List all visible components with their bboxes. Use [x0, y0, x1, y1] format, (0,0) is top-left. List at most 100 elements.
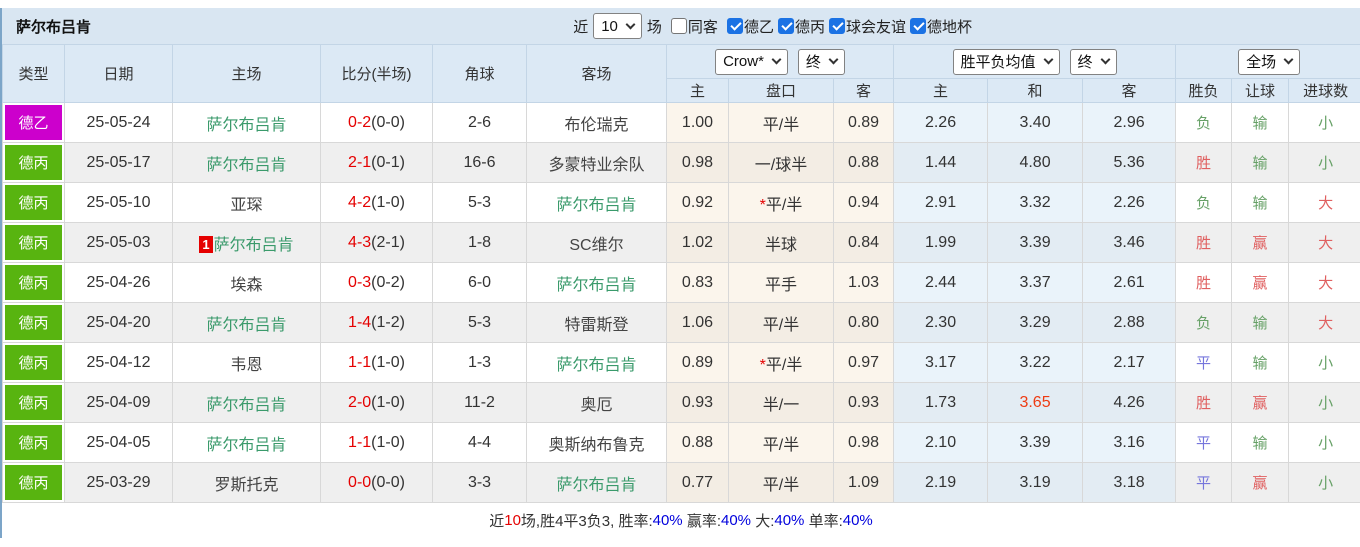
away-team-name: 萨尔布吕肯 [556, 476, 637, 494]
asia-period-select[interactable]: 终 [797, 48, 845, 75]
col-euro-home: 主 [893, 78, 989, 103]
home-team-name: 埃森 [230, 276, 263, 294]
away-team-cell: 奥斯纳布鲁克 [526, 422, 667, 463]
asia-away-odds-cell: 0.97 [832, 342, 895, 383]
asia-home-odds-cell: 1.06 [666, 302, 729, 343]
asia-home-odds-cell: 1.02 [666, 222, 729, 263]
league-type-cell: 德丙 [2, 262, 65, 303]
summary-segment: 单率: [804, 513, 843, 530]
score-cell: 1-4(1-2) [320, 302, 433, 343]
euro-home-odds-cell: 2.10 [893, 422, 989, 463]
asia-away-odds-cell: 0.98 [832, 422, 895, 463]
home-team-name: 萨尔布吕肯 [206, 316, 287, 334]
away-team-cell: 多蒙特业余队 [526, 142, 667, 183]
result-cell: 平 [1175, 342, 1233, 383]
corner-cell: 6-0 [432, 262, 527, 303]
home-team-name: 萨尔布吕肯 [213, 236, 294, 254]
euro-draw-odds-cell: 3.40 [987, 102, 1084, 143]
col-home: 主场 [172, 44, 321, 103]
asia-home-odds-cell: 0.89 [666, 342, 729, 383]
league-type-badge: 德丙 [5, 265, 62, 300]
date-cell: 25-05-10 [64, 182, 173, 223]
euro-away-odds-cell: 5.36 [1082, 142, 1177, 183]
recent-count-select[interactable]: 10 [593, 13, 642, 39]
result-cell: 负 [1175, 182, 1233, 223]
asia-line-text: 平手 [764, 276, 797, 294]
chevron-down-icon [828, 54, 839, 65]
handicap-result-cell: 输 [1231, 102, 1290, 143]
asia-away-odds-cell: 0.88 [832, 142, 895, 183]
euro-draw-odds-cell: 3.29 [987, 302, 1084, 343]
asia-line-text: 半/一 [762, 396, 800, 414]
euro-draw-odds-cell: 3.39 [987, 422, 1084, 463]
summary-bar: 近 10 场,胜4平3负3, 胜率: 40% 赢率: 40% 大: 40% 单率: 40% [2, 503, 1360, 538]
table-row: 德丙 25-03-29 罗斯托克 0-0(0-0) 3-3 萨尔布吕肯 0.77 平/半 1.0… [2, 462, 1360, 503]
date-cell: 25-05-17 [64, 142, 173, 183]
table-row: 德丙 25-05-17 萨尔布吕肯 2-1(0-1) 16-6 多蒙特业余队 0.98 一/球… [2, 142, 1360, 183]
handicap-result-cell: 赢 [1231, 222, 1290, 263]
league-type-badge: 德丙 [5, 145, 62, 180]
score-cell: 4-2(1-0) [320, 182, 433, 223]
summary-segment: 大: [751, 513, 775, 530]
summary-segment: 40% [721, 512, 752, 529]
goals-result-cell: 小 [1288, 102, 1360, 143]
asia-away-odds-cell: 0.80 [832, 302, 895, 343]
league-checkbox[interactable] [726, 18, 743, 34]
corner-cell: 1-3 [432, 342, 527, 383]
col-handicap: 让球 [1231, 78, 1290, 103]
summary-segment: 40% [652, 512, 683, 529]
league-filter-group: 德乙 德丙 球会友谊 德地杯 [723, 16, 972, 37]
table-row: 德丙 25-05-03 1 萨尔布吕肯 4-3(2-1) 1-8 SC维尔 1.02 半球 0.8… [2, 222, 1360, 263]
europe-metric-select[interactable]: 胜平负均值 [952, 48, 1060, 75]
date-cell: 25-03-29 [64, 462, 173, 503]
asia-line-text: 平/半 [762, 316, 800, 334]
asia-line-cell: 平/半 [728, 422, 834, 463]
result-cell: 负 [1175, 302, 1233, 343]
league-type-badge: 德丙 [5, 225, 62, 260]
handicap-result-cell: 输 [1231, 342, 1290, 383]
euro-away-odds-cell: 3.16 [1082, 422, 1177, 463]
halftime-score: (0-0) [371, 473, 405, 491]
history-table: 类型 日期 主场 比分(半场) 角球 客场 Crow* 终 胜平负均值 终 全场… [2, 44, 1360, 503]
league-checkbox-label: 球会友谊 [845, 18, 906, 36]
league-type-badge: 德丙 [5, 425, 62, 460]
euro-away-odds-cell: 2.96 [1082, 102, 1177, 143]
away-team-name: 萨尔布吕肯 [556, 276, 637, 294]
euro-away-odds-cell: 4.26 [1082, 382, 1177, 423]
home-team-cell: 亚琛 [172, 182, 321, 223]
table-row: 德丙 25-05-10 亚琛 4-2(1-0) 5-3 萨尔布吕肯 0.92 *平/半 0.94… [2, 182, 1360, 223]
europe-period-value: 终 [1077, 54, 1093, 71]
halftime-score: (0-1) [371, 153, 405, 171]
euro-away-odds-cell: 3.46 [1082, 222, 1177, 263]
scope-select[interactable]: 全场 [1238, 48, 1301, 75]
same-venue-checkbox[interactable] [670, 18, 687, 34]
asia-line-text: 一/球半 [754, 156, 808, 174]
league-type-badge: 德乙 [5, 105, 62, 140]
chevron-down-icon [625, 19, 636, 29]
euro-draw-odds-cell: 3.19 [987, 462, 1084, 503]
league-checkbox[interactable] [828, 18, 845, 34]
league-checkbox[interactable] [777, 18, 794, 34]
halftime-score: (1-0) [371, 433, 405, 451]
date-cell: 25-04-26 [64, 262, 173, 303]
asia-home-odds-cell: 0.93 [666, 382, 729, 423]
corner-cell: 2-6 [432, 102, 527, 143]
asia-line-cell: *平/半 [728, 342, 834, 383]
league-type-cell: 德丙 [2, 222, 65, 263]
halftime-score: (2-1) [371, 233, 405, 251]
euro-home-odds-cell: 2.26 [893, 102, 989, 143]
score-cell: 4-3(2-1) [320, 222, 433, 263]
league-checkbox[interactable] [909, 18, 926, 34]
league-type-cell: 德丙 [2, 182, 65, 223]
euro-home-odds-cell: 2.91 [893, 182, 989, 223]
fulltime-score: 0-3 [348, 273, 372, 291]
asia-line-text: 平/半 [765, 356, 803, 374]
bookmaker-select[interactable]: Crow* [715, 48, 788, 75]
euro-home-odds-cell: 1.44 [893, 142, 989, 183]
goals-result-cell: 小 [1288, 142, 1360, 183]
goals-result-cell: 小 [1288, 382, 1360, 423]
europe-period-select[interactable]: 终 [1069, 48, 1117, 75]
col-euro-away: 客 [1082, 78, 1177, 103]
league-checkbox-label: 德丙 [794, 18, 825, 36]
goals-result-cell: 小 [1288, 462, 1360, 503]
